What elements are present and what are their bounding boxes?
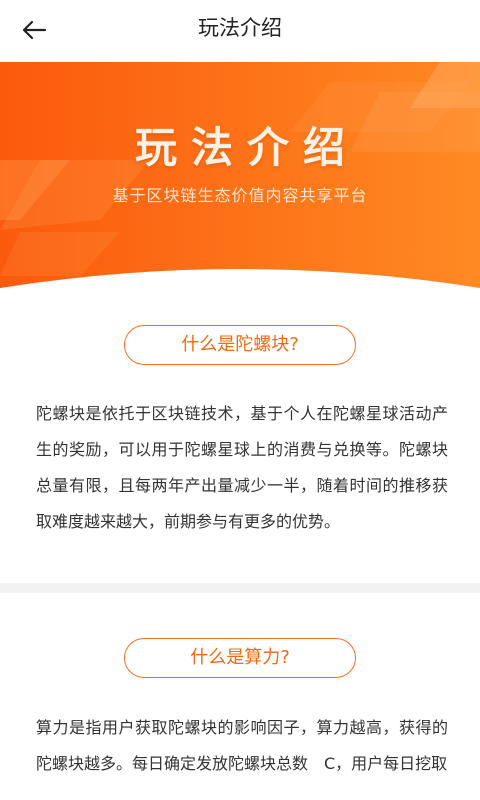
section-divider xyxy=(0,583,480,593)
banner-background xyxy=(0,62,480,296)
section-heading-gyro-block: 什么是陀螺块? xyxy=(124,325,356,365)
section-body-gyro-block: 陀螺块是依托于区块链技术，基于个人在陀螺星球活动产生的奖励，可以用于陀螺星球上的… xyxy=(36,404,448,531)
banner-subtitle: 基于区块链生态价值内容共享平台 xyxy=(112,186,368,205)
hero-banner: 玩法介绍 基于区块链生态价值内容共享平台 xyxy=(0,62,480,296)
banner-title: 玩法介绍 xyxy=(134,123,359,172)
section-heading-hashrate: 什么是算力? xyxy=(124,638,356,678)
page-title: 玩法介绍 xyxy=(198,16,282,40)
nav-bar: 玩法介绍 xyxy=(0,0,480,62)
section-body-hashrate: 算力是指用户获取陀螺块的影响因子，算力越高，获得的陀螺块越多。每日确定发放陀螺块… xyxy=(36,718,448,773)
